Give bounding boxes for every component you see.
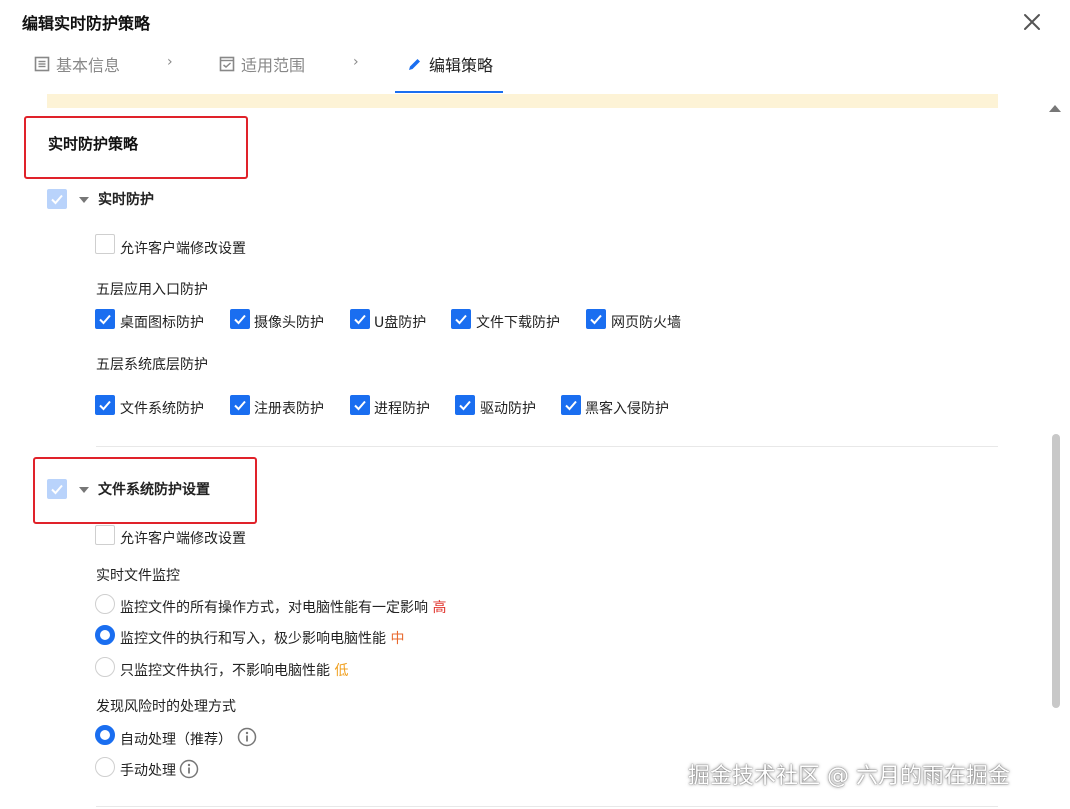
checkbox-square-icon	[219, 56, 235, 72]
step-label: 适用范围	[241, 56, 306, 75]
radio-auto-handle[interactable]	[95, 725, 115, 745]
active-step-underline	[395, 91, 504, 93]
checkbox-filesystem-protection[interactable]	[95, 395, 115, 415]
scroll-up-arrow-icon[interactable]	[1048, 102, 1062, 114]
check-icon	[354, 400, 366, 411]
checkbox-web-firewall[interactable]	[586, 309, 606, 329]
check-icon	[234, 314, 246, 325]
option-label: 文件下载防护	[476, 315, 560, 331]
fs-protection-label: 文件系统防护设置	[98, 482, 210, 498]
level-badge: 高	[432, 600, 447, 616]
radio-option-label: 监控文件的所有操作方式，对电脑性能有一定影响 高	[120, 597, 446, 617]
check-icon	[51, 484, 63, 495]
check-icon	[590, 314, 602, 325]
option-label: 注册表防护	[254, 401, 324, 417]
dialog-title: 编辑实时防护策略	[22, 14, 151, 33]
option-label: 驱动防护	[480, 401, 536, 417]
option-label: 桌面图标防护	[120, 315, 204, 331]
info-icon[interactable]	[179, 759, 199, 779]
fs-allow-client-label: 允许客户端修改设置	[120, 531, 246, 547]
level-badge: 中	[390, 631, 405, 647]
fs-allow-client-checkbox[interactable]	[95, 525, 115, 545]
caret-down-icon[interactable]	[79, 197, 89, 203]
option-label: 进程防护	[374, 401, 430, 417]
close-button[interactable]	[1020, 10, 1044, 34]
radio-option-label: 手动处理	[120, 763, 176, 779]
risk-handling-label: 发现风险时的处理方式	[96, 699, 236, 715]
check-icon	[354, 314, 366, 325]
section-divider	[96, 446, 998, 447]
checkbox-camera-protection[interactable]	[230, 309, 250, 329]
realtime-protection-checkbox[interactable]	[47, 189, 67, 209]
step-scope[interactable]: 适用范围	[219, 52, 305, 94]
radio-monitor-exec-only[interactable]	[95, 657, 115, 677]
step-label: 编辑策略	[429, 56, 494, 75]
option-label: 摄像头防护	[254, 315, 324, 331]
fs-protection-checkbox[interactable]	[47, 479, 67, 499]
chevron-right-icon: ›	[353, 54, 359, 70]
check-icon	[455, 314, 467, 325]
step-edit-policy[interactable]: 编辑策略	[395, 52, 504, 94]
option-label: 文件系统防护	[120, 401, 204, 417]
list-icon	[34, 56, 50, 72]
radio-monitor-exec-write[interactable]	[95, 625, 115, 645]
notice-banner	[47, 94, 998, 108]
checkbox-intrusion-protection[interactable]	[561, 395, 581, 415]
step-label: 基本信息	[56, 56, 121, 75]
info-icon[interactable]	[237, 727, 257, 747]
radio-manual-handle[interactable]	[95, 757, 115, 777]
checkbox-usb-protection[interactable]	[350, 309, 370, 329]
section-divider	[96, 806, 998, 807]
level-badge: 低	[334, 663, 349, 679]
check-icon	[99, 314, 111, 325]
check-icon	[234, 400, 246, 411]
checkbox-registry-protection[interactable]	[230, 395, 250, 415]
option-text: 监控文件的所有操作方式，对电脑性能有一定影响	[120, 600, 428, 616]
radio-option-label: 监控文件的执行和写入，极少影响电脑性能 中	[120, 628, 404, 648]
check-icon	[565, 400, 577, 411]
allow-client-label: 允许客户端修改设置	[120, 241, 246, 257]
caret-down-icon[interactable]	[79, 487, 89, 493]
realtime-protection-label: 实时防护	[98, 192, 154, 208]
radio-option-label: 自动处理（推荐）	[120, 732, 232, 748]
option-text: 监控文件的执行和写入，极少影响电脑性能	[120, 631, 386, 647]
watermark-text: 掘金技术社区 @ 六月的雨在掘金	[688, 764, 1010, 789]
checkbox-process-protection[interactable]	[350, 395, 370, 415]
check-icon	[459, 400, 471, 411]
allow-client-checkbox[interactable]	[95, 234, 115, 254]
checkbox-desktop-icon-protection[interactable]	[95, 309, 115, 329]
scrollbar-thumb[interactable]	[1052, 434, 1060, 708]
radio-option-label: 只监控文件执行，不影响电脑性能 低	[120, 660, 348, 680]
checkbox-driver-protection[interactable]	[455, 395, 475, 415]
radio-monitor-all[interactable]	[95, 594, 115, 614]
close-icon	[1024, 14, 1040, 30]
section-title: 实时防护策略	[48, 135, 139, 153]
checkbox-download-protection[interactable]	[451, 309, 471, 329]
option-label: U盘防护	[374, 315, 427, 331]
option-label: 黑客入侵防护	[585, 401, 669, 417]
pencil-icon	[409, 59, 420, 70]
check-icon	[99, 400, 111, 411]
check-icon	[51, 194, 63, 205]
option-text: 只监控文件执行，不影响电脑性能	[120, 663, 330, 679]
chevron-right-icon: ›	[167, 54, 173, 70]
sys-group-label: 五层系统底层防护	[96, 357, 208, 373]
option-label: 网页防火墙	[611, 315, 681, 331]
app-group-label: 五层应用入口防护	[96, 282, 208, 298]
step-basic-info[interactable]: 基本信息	[34, 52, 120, 94]
monitor-label: 实时文件监控	[96, 568, 180, 584]
step-tabs: 基本信息 › 适用范围 › 编辑策略	[0, 46, 1040, 94]
